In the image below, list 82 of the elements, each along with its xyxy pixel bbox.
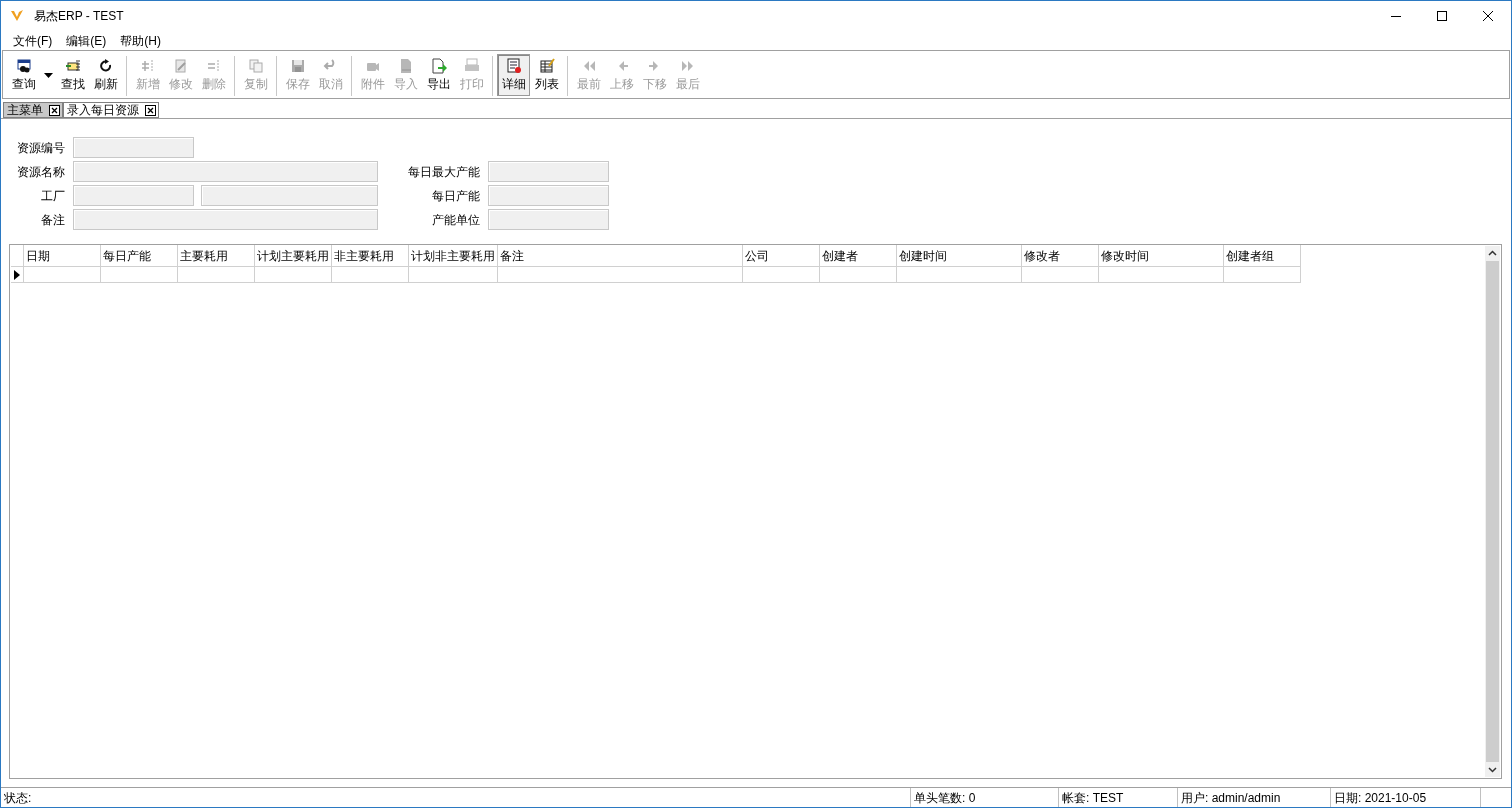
column-header[interactable]: 创建时间 bbox=[897, 245, 1022, 267]
table-cell[interactable] bbox=[409, 267, 498, 283]
menu-item[interactable]: 编辑(E) bbox=[60, 31, 113, 50]
field-label: 工厂 bbox=[40, 187, 65, 205]
last-icon bbox=[679, 58, 696, 74]
column-header[interactable]: 主要耗用 bbox=[178, 245, 255, 267]
column-header[interactable]: 公司 bbox=[743, 245, 820, 267]
table-cell[interactable] bbox=[24, 267, 101, 283]
column-header[interactable]: 计划非主要耗用 bbox=[409, 245, 498, 267]
table-cell[interactable] bbox=[743, 267, 820, 283]
export-icon bbox=[430, 58, 447, 74]
close-icon[interactable] bbox=[145, 104, 156, 116]
close-icon bbox=[1483, 11, 1493, 21]
tab[interactable]: 录入每日资源 bbox=[63, 102, 159, 118]
column-header[interactable]: 备注 bbox=[498, 245, 743, 267]
close-icon[interactable] bbox=[49, 104, 60, 116]
delete-icon bbox=[205, 58, 222, 74]
status-text: 帐套: TEST bbox=[1059, 788, 1178, 807]
tab-label: 录入每日资源 bbox=[67, 103, 139, 117]
input-field[interactable] bbox=[73, 209, 378, 230]
current-row-icon bbox=[14, 269, 20, 280]
maximize-icon bbox=[1437, 11, 1447, 21]
column-header[interactable]: 日期 bbox=[24, 245, 101, 267]
column-header[interactable]: 每日产能 bbox=[101, 245, 178, 267]
table-cell[interactable] bbox=[255, 267, 332, 283]
column-header[interactable]: 计划主要耗用 bbox=[255, 245, 332, 267]
column-header[interactable]: 修改时间 bbox=[1099, 245, 1224, 267]
table-cell[interactable] bbox=[498, 267, 743, 283]
toolbar-button[interactable]: 列表 bbox=[530, 54, 563, 96]
table-cell[interactable] bbox=[1099, 267, 1224, 283]
toolbar-button[interactable]: 查询 bbox=[7, 54, 40, 96]
detail-icon bbox=[505, 58, 522, 74]
status-text: 单头笔数: 0 bbox=[911, 788, 1059, 807]
table-cell[interactable] bbox=[178, 267, 255, 283]
column-header[interactable]: 创建者 bbox=[820, 245, 897, 267]
field-label: 每日最大产能 bbox=[407, 163, 480, 181]
status-text: 状态: bbox=[1, 788, 911, 807]
toolbar-button[interactable]: 导出 bbox=[422, 54, 455, 96]
toolbar-button[interactable]: 查找 bbox=[56, 54, 89, 96]
find-icon bbox=[64, 58, 81, 74]
save-icon bbox=[289, 58, 306, 74]
binoculars-icon bbox=[15, 58, 32, 74]
input-field[interactable] bbox=[488, 185, 609, 206]
table-cell[interactable] bbox=[101, 267, 178, 283]
vertical-scrollbar[interactable] bbox=[1485, 246, 1500, 777]
input-field[interactable] bbox=[73, 161, 378, 182]
menu-item[interactable]: 文件(F) bbox=[7, 31, 59, 50]
list-icon bbox=[538, 58, 555, 74]
toolbar-button[interactable]: 刷新 bbox=[89, 54, 122, 96]
menu-item[interactable]: 帮助(H) bbox=[114, 31, 167, 50]
status-text: 用户: admin/admin bbox=[1178, 788, 1331, 807]
add-icon bbox=[139, 58, 156, 74]
input-field[interactable] bbox=[73, 185, 194, 206]
field-label: 每日产能 bbox=[431, 187, 480, 205]
table-cell[interactable] bbox=[332, 267, 409, 283]
scrollbar-thumb[interactable] bbox=[1486, 261, 1499, 762]
input-field[interactable] bbox=[488, 209, 609, 230]
column-header[interactable]: 修改者 bbox=[1022, 245, 1099, 267]
field-label: 资源名称 bbox=[16, 163, 65, 181]
input-field[interactable] bbox=[73, 137, 194, 158]
input-field[interactable] bbox=[488, 161, 609, 182]
table-cell[interactable] bbox=[1022, 267, 1099, 283]
table-cell[interactable] bbox=[897, 267, 1022, 283]
table-cell[interactable] bbox=[820, 267, 897, 283]
edit-icon bbox=[172, 58, 189, 74]
tab-label: 主菜单 bbox=[7, 103, 43, 117]
field-label: 备注 bbox=[40, 211, 65, 229]
refresh-icon bbox=[97, 58, 114, 74]
status-text: 日期: 2021-10-05 bbox=[1331, 788, 1481, 807]
tab[interactable]: 主菜单 bbox=[3, 102, 63, 118]
field-label: 资源编号 bbox=[16, 139, 65, 157]
print-icon bbox=[463, 58, 480, 74]
column-header[interactable]: 非主要耗用 bbox=[332, 245, 409, 267]
input-field[interactable] bbox=[201, 185, 378, 206]
caret-icon bbox=[43, 72, 53, 78]
toolbar-button[interactable]: 详细 bbox=[497, 54, 530, 96]
field-label: 产能单位 bbox=[431, 211, 480, 229]
window-title: 易杰ERP - TEST bbox=[34, 8, 124, 25]
app-logo-icon bbox=[10, 9, 24, 23]
table-cell[interactable] bbox=[1224, 267, 1301, 283]
copy-icon bbox=[247, 58, 264, 74]
column-header[interactable]: 创建者组 bbox=[1224, 245, 1301, 267]
